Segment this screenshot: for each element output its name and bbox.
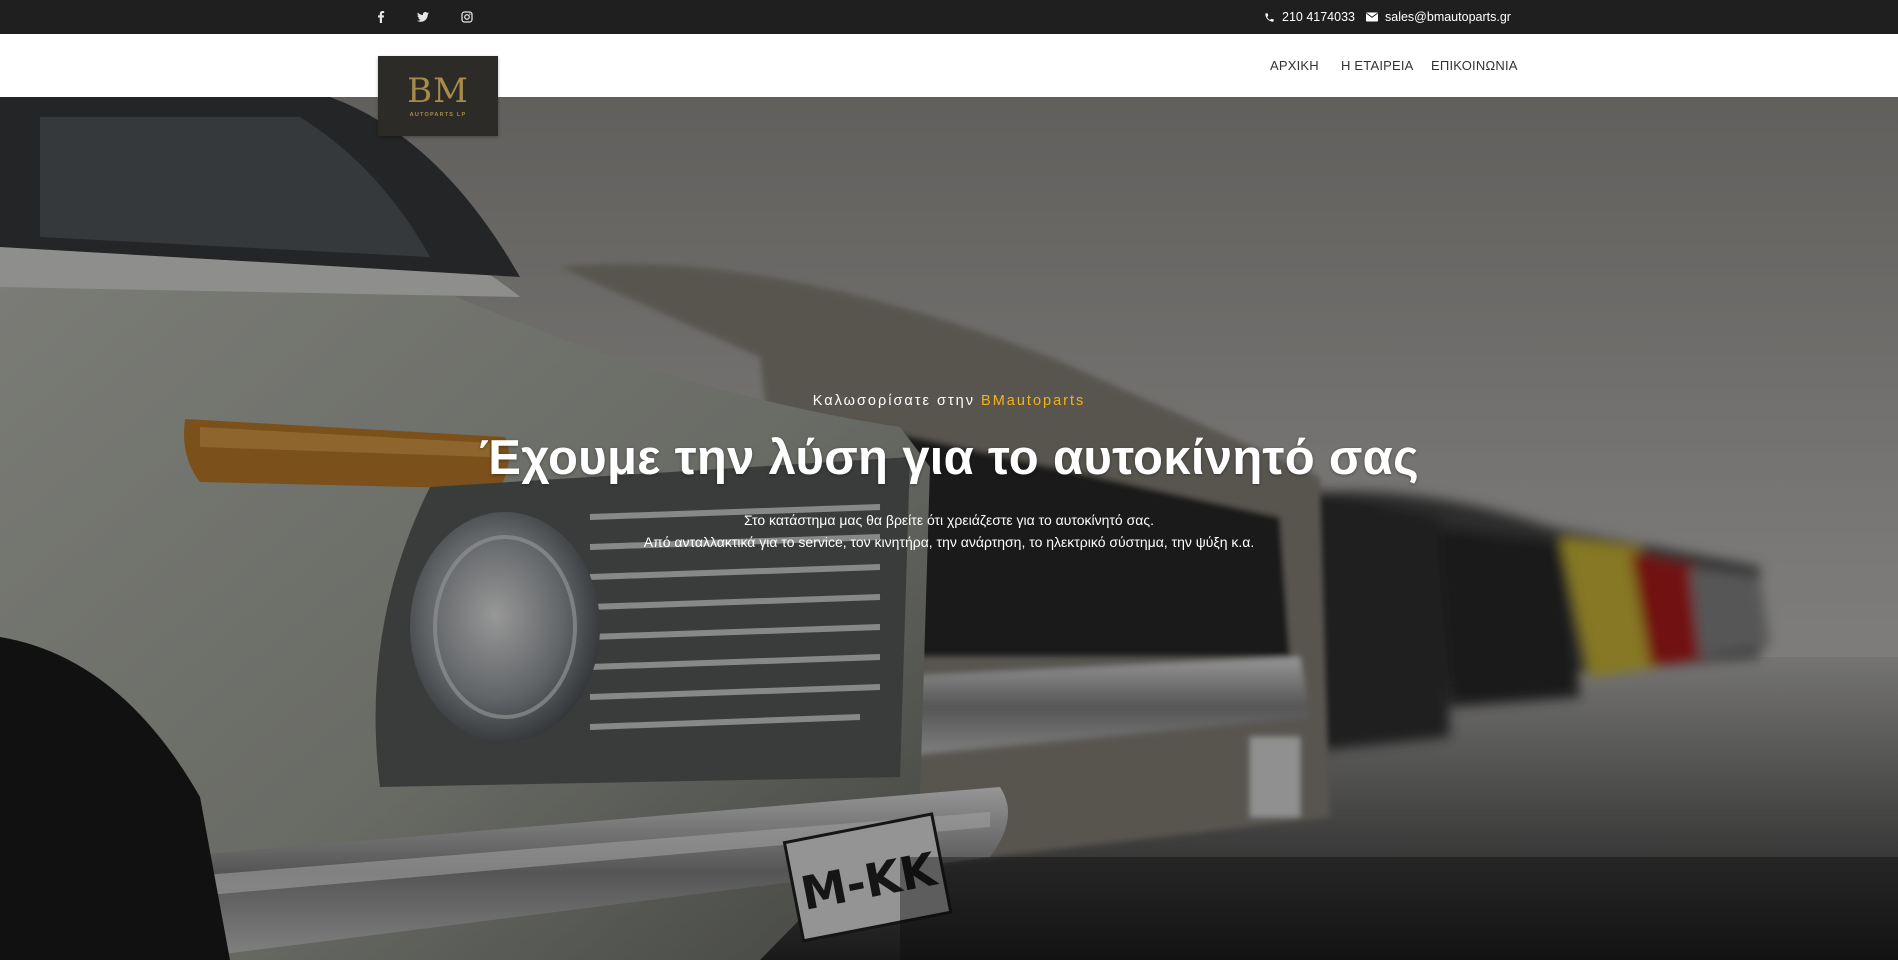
instagram-icon[interactable] <box>456 0 478 34</box>
facebook-icon[interactable] <box>370 0 392 34</box>
envelope-icon <box>1366 12 1378 22</box>
top-bar: 210 4174033 sales@bmautoparts.gr <box>0 0 1898 34</box>
hero-section: M-KK Καλωσορίσατε στην BMautoparts Έχουμ… <box>0 97 1898 960</box>
welcome-prefix: Καλωσορίσατε στην <box>812 393 975 409</box>
nav-item-home[interactable]: ΑΡΧΙΚΗ <box>1270 34 1319 97</box>
logo-mark: BM <box>407 71 469 111</box>
twitter-icon[interactable] <box>412 0 434 34</box>
phone-contact[interactable]: 210 4174033 <box>1264 0 1355 34</box>
hero-description: Στο κατάστημα μας θα βρείτε ότι χρειάζεσ… <box>0 509 1898 553</box>
email-contact[interactable]: sales@bmautoparts.gr <box>1366 0 1511 34</box>
phone-number: 210 4174033 <box>1282 10 1355 24</box>
hero-welcome-line: Καλωσορίσατε στην BMautoparts <box>0 393 1898 409</box>
logo-subtitle: AUTOPARTS LP <box>409 112 467 118</box>
nav-item-company[interactable]: Η ΕΤΑΙΡΕΙΑ <box>1341 34 1414 97</box>
phone-icon <box>1264 12 1275 23</box>
hero-headline: Έχουμε την λύση για το αυτοκίνητό σας <box>479 431 1419 485</box>
nav-item-contact[interactable]: ΕΠΙΚΟΙΝΩΝΙΑ <box>1431 34 1518 97</box>
welcome-brand: BMautoparts <box>981 393 1086 409</box>
site-logo[interactable]: BM AUTOPARTS LP <box>378 56 498 136</box>
hero-description-line-1: Στο κατάστημα μας θα βρείτε ότι χρειάζεσ… <box>744 512 1154 528</box>
hero-description-line-2: Από ανταλλακτικά για το service, τον κιν… <box>643 534 1255 550</box>
main-navbar: ΑΡΧΙΚΗ Η ΕΤΑΙΡΕΙΑ ΕΠΙΚΟΙΝΩΝΙΑ <box>0 34 1898 97</box>
email-address: sales@bmautoparts.gr <box>1385 10 1511 24</box>
